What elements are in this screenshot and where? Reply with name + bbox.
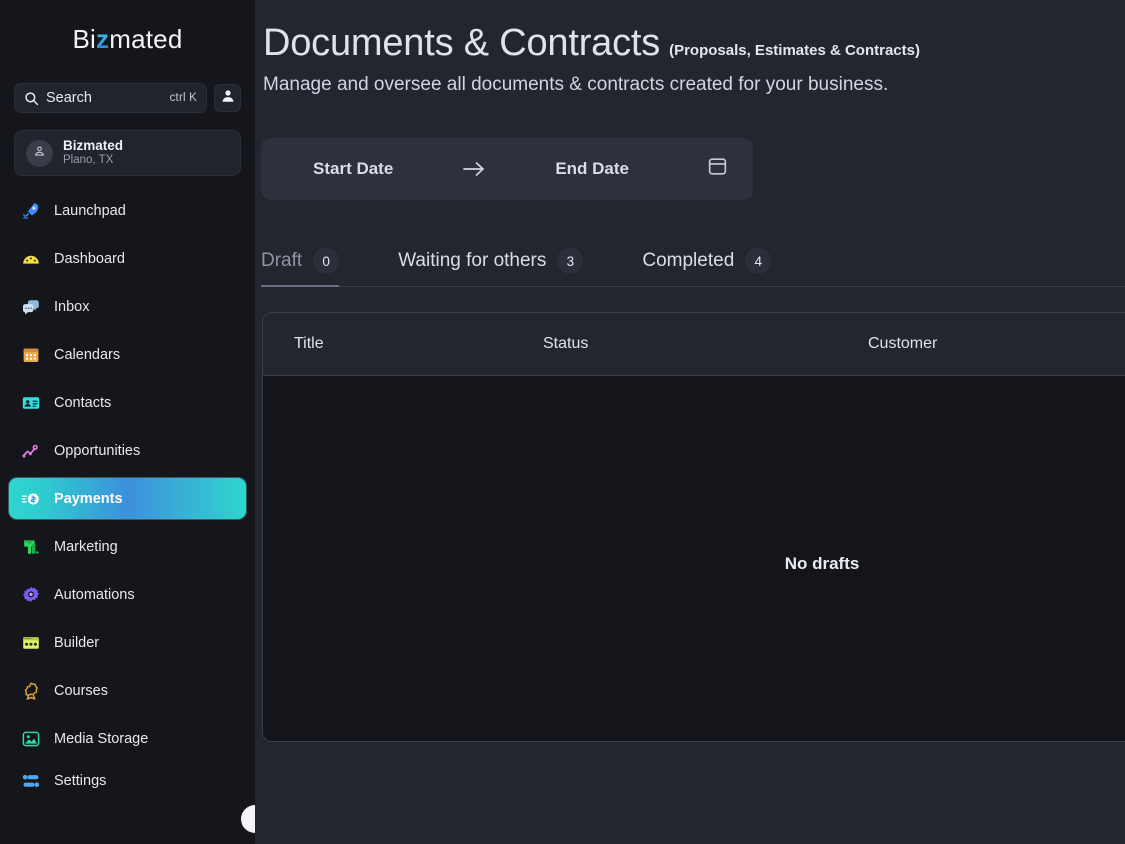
tab-label: Draft bbox=[261, 250, 303, 271]
sidebar: Bizmated Search ctrl K Bizmated Plano, T… bbox=[0, 0, 255, 844]
sidebar-item-media-storage[interactable]: Media Storage bbox=[9, 718, 246, 759]
date-range-filter[interactable]: Start Date End Date bbox=[261, 138, 753, 200]
sidebar-item-label: Inbox bbox=[54, 298, 90, 315]
column-header-title[interactable]: Title bbox=[263, 335, 543, 353]
sidebar-collapse-button[interactable] bbox=[241, 805, 255, 833]
sidebar-item-dashboard[interactable]: Dashboard bbox=[9, 238, 246, 279]
gauge-icon bbox=[20, 248, 41, 269]
page-title-suffix: (Proposals, Estimates & Contracts) bbox=[669, 42, 920, 59]
documents-table: Title Status Customer No drafts bbox=[262, 312, 1125, 742]
rocket-icon bbox=[20, 200, 41, 221]
sidebar-item-calendars[interactable]: Calendars bbox=[9, 334, 246, 375]
sidebar-item-opportunities[interactable]: Opportunities bbox=[9, 430, 246, 471]
search-icon bbox=[24, 91, 39, 106]
brand-suffix: mated bbox=[109, 23, 183, 54]
chevron-left-icon bbox=[253, 810, 255, 828]
user-avatar-button[interactable] bbox=[214, 84, 241, 112]
workspace-selector[interactable]: Bizmated Plano, TX bbox=[14, 130, 241, 176]
column-header-customer[interactable]: Customer bbox=[868, 335, 1125, 353]
coin-icon bbox=[20, 488, 41, 509]
page-description: Manage and oversee all documents & contr… bbox=[263, 74, 889, 95]
page-title: Documents & Contracts bbox=[263, 22, 661, 64]
calendar-icon bbox=[20, 344, 41, 365]
search-shortcut-hint: ctrl K bbox=[169, 92, 197, 104]
brand-logo[interactable]: Bizmated bbox=[0, 0, 255, 78]
workspace-text: Bizmated Plano, TX bbox=[63, 138, 123, 167]
sidebar-item-label: Dashboard bbox=[54, 250, 125, 267]
workspace-name: Bizmated bbox=[63, 138, 124, 154]
empty-state-message: No drafts bbox=[784, 554, 860, 573]
brand-prefix: Bi bbox=[72, 23, 97, 54]
megaphone-icon bbox=[20, 536, 41, 557]
tab-count-badge: 0 bbox=[313, 248, 340, 274]
image-icon bbox=[20, 728, 41, 749]
sidebar-item-inbox[interactable]: Inbox bbox=[9, 286, 246, 327]
sidebar-item-label: Calendars bbox=[54, 346, 121, 363]
search-input[interactable]: Search ctrl K bbox=[14, 83, 207, 113]
sidebar-item-courses[interactable]: Courses bbox=[9, 670, 246, 711]
avatar bbox=[26, 139, 53, 167]
end-date-input[interactable]: End Date bbox=[503, 159, 681, 179]
user-avatar-icon bbox=[221, 89, 235, 108]
sidebar-item-label: Launchpad bbox=[54, 202, 126, 219]
tab-count-badge: 4 bbox=[745, 248, 772, 274]
sidebar-item-label: Marketing bbox=[54, 538, 118, 555]
sidebar-item-label: Contacts bbox=[54, 394, 112, 411]
funnel-chart-icon bbox=[20, 440, 41, 461]
sidebar-item-label: Media Storage bbox=[54, 730, 149, 747]
tab-draft[interactable]: Draft 0 bbox=[261, 248, 363, 287]
workspace-location: Plano, TX bbox=[63, 154, 114, 167]
table-body: No drafts bbox=[263, 376, 1125, 741]
sidebar-item-automations[interactable]: Automations bbox=[9, 574, 246, 615]
sidebar-item-label: Builder bbox=[54, 634, 100, 651]
sidebar-item-builder[interactable]: Builder bbox=[9, 622, 246, 663]
tab-label: Waiting for others bbox=[398, 250, 547, 271]
page-title-row: Documents & Contracts (Proposals, Estima… bbox=[263, 22, 1125, 65]
tab-completed[interactable]: Completed 4 bbox=[642, 248, 795, 286]
sidebar-item-settings[interactable]: Settings bbox=[9, 760, 246, 801]
sidebar-item-marketing[interactable]: Marketing bbox=[9, 526, 246, 567]
calendar-icon bbox=[706, 155, 729, 183]
sidebar-item-label: Settings bbox=[54, 772, 107, 789]
app-root: Bizmated Search ctrl K Bizmated Plano, T… bbox=[0, 0, 1125, 844]
sidebar-item-label: Opportunities bbox=[54, 442, 141, 459]
page-header: Documents & Contracts (Proposals, Estima… bbox=[255, 0, 1125, 96]
calendar-picker-button[interactable] bbox=[681, 155, 753, 183]
sliders-icon bbox=[20, 770, 41, 791]
sidebar-item-label: Automations bbox=[54, 586, 135, 603]
main-content: Documents & Contracts (Proposals, Estima… bbox=[255, 0, 1125, 844]
gear-icon bbox=[20, 584, 41, 605]
sidebar-item-label: Courses bbox=[54, 682, 108, 699]
chat-bubble-icon bbox=[20, 296, 41, 317]
sidebar-item-label: Payments bbox=[54, 490, 123, 507]
column-header-status[interactable]: Status bbox=[543, 335, 868, 353]
sidebar-nav: Launchpad Dashboard Inbox Calendars Cont… bbox=[0, 190, 255, 801]
tab-label: Completed bbox=[642, 250, 735, 271]
sidebar-item-contacts[interactable]: Contacts bbox=[9, 382, 246, 423]
tab-waiting-for-others[interactable]: Waiting for others 3 bbox=[398, 248, 607, 286]
award-ribbon-icon bbox=[20, 680, 41, 701]
search-placeholder: Search bbox=[46, 90, 92, 106]
arrow-right-icon bbox=[445, 160, 503, 178]
tab-count-badge: 3 bbox=[557, 248, 584, 274]
sidebar-item-payments[interactable]: Payments bbox=[9, 478, 246, 519]
table-header-row: Title Status Customer bbox=[263, 313, 1125, 376]
layout-icon bbox=[20, 632, 41, 653]
contact-card-icon bbox=[20, 392, 41, 413]
sidebar-item-launchpad[interactable]: Launchpad bbox=[9, 190, 246, 231]
search-row: Search ctrl K bbox=[0, 83, 255, 113]
brand-accent-letter: z bbox=[96, 23, 110, 54]
status-tabs: Draft 0 Waiting for others 3 Completed 4 bbox=[261, 238, 1125, 287]
location-pin-icon bbox=[32, 143, 47, 163]
brand-logo-text: Bizmated bbox=[73, 24, 183, 55]
start-date-input[interactable]: Start Date bbox=[261, 159, 445, 179]
